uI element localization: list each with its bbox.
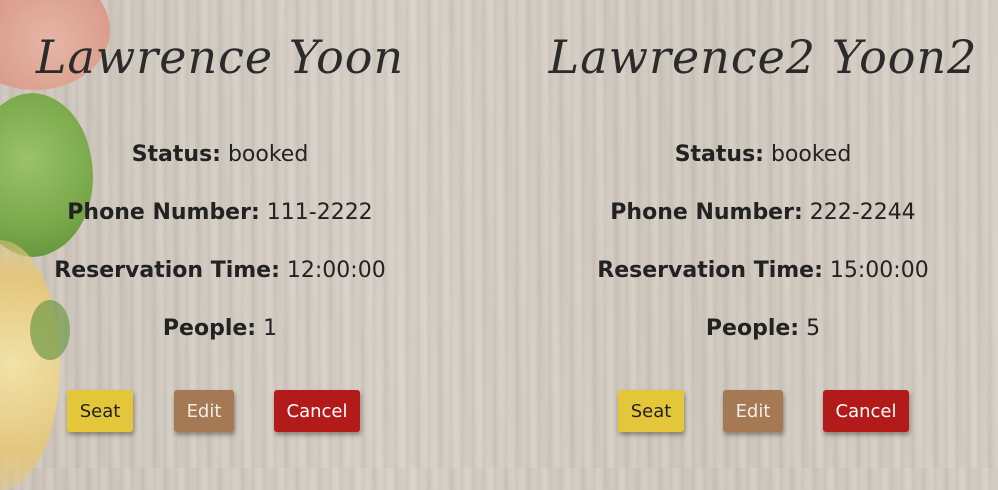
guest-name: Lawrence Yoon xyxy=(35,30,405,84)
seat-button[interactable]: Seat xyxy=(618,390,684,432)
time-value: 15:00:00 xyxy=(829,258,929,283)
status-value: booked xyxy=(770,142,852,167)
status-row: Status: booked xyxy=(0,142,440,167)
cancel-button[interactable]: Cancel xyxy=(274,390,360,432)
time-label: Reservation Time: xyxy=(597,258,823,283)
status-row: Status: booked xyxy=(540,142,986,167)
people-label: People: xyxy=(162,316,257,341)
time-row: Reservation Time: 12:00:00 xyxy=(0,258,440,283)
people-value: 5 xyxy=(806,316,821,341)
reservation-list: Lawrence Yoon Status: booked Phone Numbe… xyxy=(0,0,998,468)
edit-button[interactable]: Edit xyxy=(723,390,783,432)
time-row: Reservation Time: 15:00:00 xyxy=(540,258,986,283)
seat-button[interactable]: Seat xyxy=(67,390,133,432)
people-label: People: xyxy=(705,316,800,341)
time-label: Reservation Time: xyxy=(54,258,280,283)
reservation-card: Lawrence2 Yoon2 Status: booked Phone Num… xyxy=(540,0,986,468)
status-value: booked xyxy=(227,142,309,167)
phone-row: Phone Number: 111-2222 xyxy=(0,200,440,225)
edit-button[interactable]: Edit xyxy=(174,390,234,432)
phone-label: Phone Number: xyxy=(67,200,260,225)
phone-value: 111-2222 xyxy=(266,200,373,225)
reservation-card: Lawrence Yoon Status: booked Phone Numbe… xyxy=(0,0,440,468)
people-row: People: 5 xyxy=(540,316,986,341)
cancel-button[interactable]: Cancel xyxy=(823,390,909,432)
status-label: Status: xyxy=(674,142,764,167)
guest-name: Lawrence2 Yoon2 xyxy=(548,30,978,84)
status-label: Status: xyxy=(131,142,221,167)
phone-row: Phone Number: 222-2244 xyxy=(540,200,986,225)
phone-value: 222-2244 xyxy=(809,200,916,225)
phone-label: Phone Number: xyxy=(610,200,803,225)
time-value: 12:00:00 xyxy=(286,258,386,283)
people-value: 1 xyxy=(263,316,278,341)
people-row: People: 1 xyxy=(0,316,440,341)
